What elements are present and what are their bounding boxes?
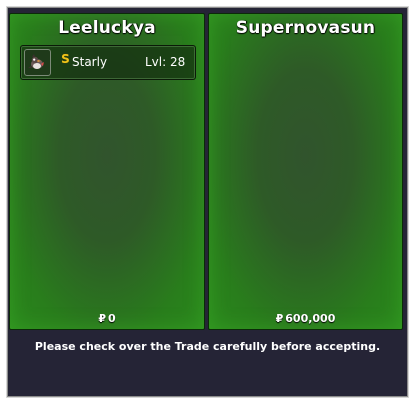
pokedollar-icon: ₽ bbox=[275, 312, 284, 325]
pokemon-level: Lvl: 28 bbox=[145, 55, 186, 69]
player-name-left: Leeluckya bbox=[58, 18, 156, 38]
trade-window: Leeluckya S Starly Lvl: 28 ₽0 Supernovas… bbox=[7, 7, 408, 397]
player-name-right: Supernovasun bbox=[235, 18, 376, 38]
trade-panel-left: Leeluckya S Starly Lvl: 28 ₽0 bbox=[9, 13, 205, 330]
shiny-s-icon: S bbox=[61, 52, 70, 66]
trade-panel-right: Supernovasun ₽600,000 bbox=[208, 13, 403, 330]
money-offer-right: ₽600,000 bbox=[209, 312, 402, 325]
pokemon-name: Starly bbox=[72, 55, 108, 69]
money-amount-right: 600,000 bbox=[285, 312, 336, 325]
trade-notice: Please check over the Trade carefully be… bbox=[34, 340, 381, 353]
money-amount-left: 0 bbox=[108, 312, 116, 325]
money-offer-left: ₽0 bbox=[10, 312, 204, 325]
starly-sprite-icon bbox=[24, 49, 51, 76]
trade-item-starly[interactable]: S Starly Lvl: 28 bbox=[20, 45, 196, 80]
pokedollar-icon: ₽ bbox=[98, 312, 106, 325]
